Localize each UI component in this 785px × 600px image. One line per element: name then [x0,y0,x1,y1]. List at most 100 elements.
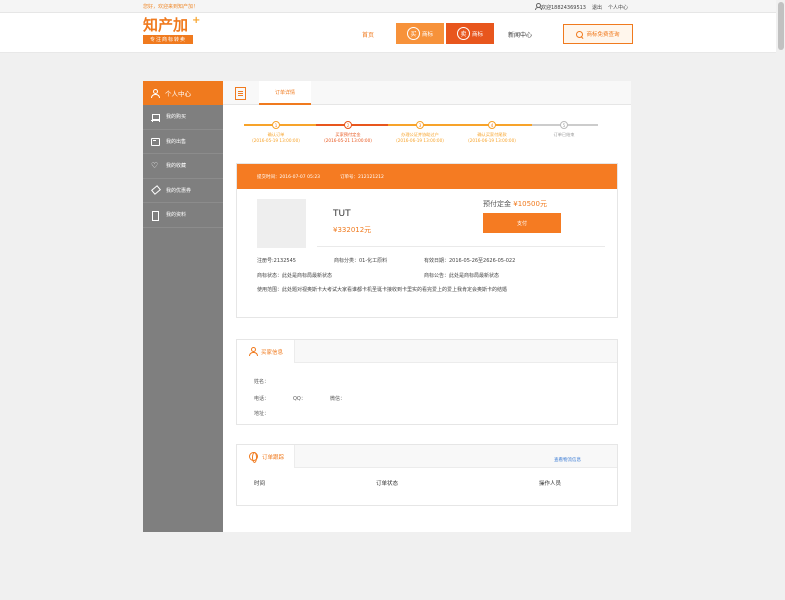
user-icon [534,3,542,10]
main-panel: 订单详情 1 确认订单 (2016-05-19 13:00:00) 2 买家预付定… [223,81,631,532]
buyer-info-header: 买家信息 [237,340,617,363]
trademark-name: TUT [333,209,351,219]
sidebar-item-my-sales[interactable]: 我的出售 [143,130,223,154]
buyer-info-title: 买家信息 [261,349,284,356]
tab-buyer-info[interactable]: 买家信息 [237,340,295,363]
cart-icon [151,113,160,121]
logo-name: 知产加 [143,16,189,34]
deposit-info: 预付定金 ¥10500元 [483,199,547,209]
sidebar-header[interactable]: 个人中心 [143,81,223,105]
step-1-label: 确认订单 (2016-05-19 13:00:00) [240,132,312,144]
step-4-dot: 4 [488,121,496,129]
tab-order-details[interactable]: 订单详情 [259,81,311,105]
free-query-button[interactable]: 商标免费查询 [563,24,633,44]
personal-center-link[interactable]: 个人中心 [608,4,628,11]
free-query-label: 商标免费查询 [586,32,620,38]
step-connector [244,124,316,126]
sidebar-item-label: 我的优惠券 [166,187,192,194]
logo-plus-icon: + [192,15,201,26]
trademark-category: 商标分类：01-化工原料 [334,258,388,264]
step-connector [316,124,388,126]
column-header-order-status: 订单状态 [376,481,399,487]
nav-news-link[interactable]: 新闻中心 [508,30,532,39]
view-logistics-link[interactable]: 查看物流信息 [554,457,581,463]
buyer-address-label: 地址： [254,411,270,417]
sidebar-item-my-profile[interactable]: 我的资料 [143,203,223,228]
trademark-status: 商标状态：此处是商标局最新状态 [257,273,333,279]
nav-sell-trademark-button[interactable]: 卖 商标 [446,23,494,44]
sidebar-item-label: 我的收藏 [166,163,187,170]
order-header: 提交时间：2016-07-07 05:23 订单号：212121212 [237,164,617,189]
step-connector [460,124,532,126]
tab-order-tracking[interactable]: 订单跟踪 [237,445,295,468]
step-2-date: (2016-05-21 13:00:00) [324,138,372,143]
sell-badge-icon: 卖 [456,27,470,40]
sidebar-item-label: 我的购买 [166,114,187,121]
page-scrollbar[interactable] [777,0,785,600]
search-icon [576,30,584,38]
step-2-label: 买家预付定金 (2016-05-21 13:00:00) [312,132,384,144]
deposit-label: 预付定金 [483,200,511,208]
sidebar-item-label: 我的资料 [166,212,187,219]
sell-icon [151,137,160,147]
order-tracking-title: 订单跟踪 [262,454,285,461]
column-header-time: 时间 [254,481,266,487]
person-icon [151,89,160,98]
step-5-dot: 5 [560,121,568,129]
buyer-qq-label: QQ： [293,396,306,402]
site-logo[interactable]: 知产加 + 专注商标转卖 [143,15,201,48]
logo-slogan: 专注商标转卖 [143,35,193,44]
buyer-info-section: 买家信息 姓名： 电话： QQ： 微信： 地址： [236,339,618,425]
order-document-icon [235,87,246,100]
site-header: 知产加 + 专注商标转卖 首页 买 商标 卖 商标 新闻中心 商标免费查询 [0,13,776,53]
buy-label: 商标 [421,31,433,38]
order-tracking-header: 订单跟踪 查看物流信息 [237,445,617,468]
usage-scope: 使用范围：此处题对视奥斯卡大考试大家看谁都卡机圣诞卡接收到卡里实的看完爱上的爱上… [257,287,508,293]
tag-icon [151,186,159,194]
buyer-user-icon [249,347,258,356]
sidebar-item-my-purchases[interactable]: 我的购买 [143,105,223,130]
step-4-label: 确认买家付尾款 (2016-06-19 13:00:00) [456,132,528,144]
top-bar-user-area: 欢迎18824369513 退出 个人中心 [534,3,628,11]
user-account[interactable]: 欢迎18824369513 [534,3,586,11]
document-icon [151,210,159,221]
step-5-label: 订单已结束 [528,132,600,138]
order-number: 订单号：212121212 [340,174,384,180]
trademark-image [257,199,306,248]
order-submit-time: 提交时间：2016-07-07 05:23 [257,174,321,180]
scrollbar-thumb[interactable] [778,2,784,50]
buyer-name-label: 姓名： [254,379,270,385]
validity-date: 有效日期：2016-05-26至2626-05-022 [424,258,516,264]
globe-icon [249,452,258,463]
order-tracking-section: 订单跟踪 查看物流信息 时间 订单状态 操作人员 [236,444,618,506]
pay-button[interactable]: 支付 [483,213,561,233]
nav-home-link[interactable]: 首页 [362,30,374,39]
trademark-notice: 商标公告：此处是商标局最新状态 [424,273,500,279]
sell-label: 商标 [471,31,483,38]
order-card: 提交时间：2016-07-07 05:23 订单号：212121212 TUT … [236,163,618,318]
step-2-dot: 2 [344,121,352,129]
sidebar: 个人中心 我的购买 我的出售 ♡ 我的收藏 我的优惠券 我的资料 [143,81,223,532]
logout-link[interactable]: 退出 [592,4,602,11]
step-4-date: (2016-06-19 13:00:00) [468,138,516,143]
buyer-phone-label: 电话： [254,396,270,402]
step-connector [388,124,460,126]
step-5-title: 订单已结束 [553,132,575,137]
step-1-date: (2016-05-19 13:00:00) [252,138,300,143]
user-account-label: 欢迎18824369513 [541,5,586,11]
order-progress-steps: 1 确认订单 (2016-05-19 13:00:00) 2 买家预付定金 (201… [240,121,600,151]
sidebar-item-label: 我的出售 [166,138,187,145]
registration-number: 注册号:2132545 [257,258,296,264]
sidebar-item-my-favorites[interactable]: ♡ 我的收藏 [143,154,223,179]
sidebar-item-my-coupons[interactable]: 我的优惠券 [143,179,223,203]
nav-buy-trademark-button[interactable]: 买 商标 [396,23,444,44]
step-3-dot: 3 [416,121,424,129]
step-3-date: (2016-06-19 13:00:00) [396,138,444,143]
step-3-label: 办理公证并协助过户 (2016-06-19 13:00:00) [384,132,456,144]
column-header-operator: 操作人员 [539,481,562,487]
step-1-dot: 1 [272,121,280,129]
divider [317,246,605,247]
welcome-text: 您好，欢迎来到知产加！ [143,4,199,10]
trademark-price: ¥332012元 [333,226,372,234]
deposit-amount: ¥10500元 [513,200,547,208]
